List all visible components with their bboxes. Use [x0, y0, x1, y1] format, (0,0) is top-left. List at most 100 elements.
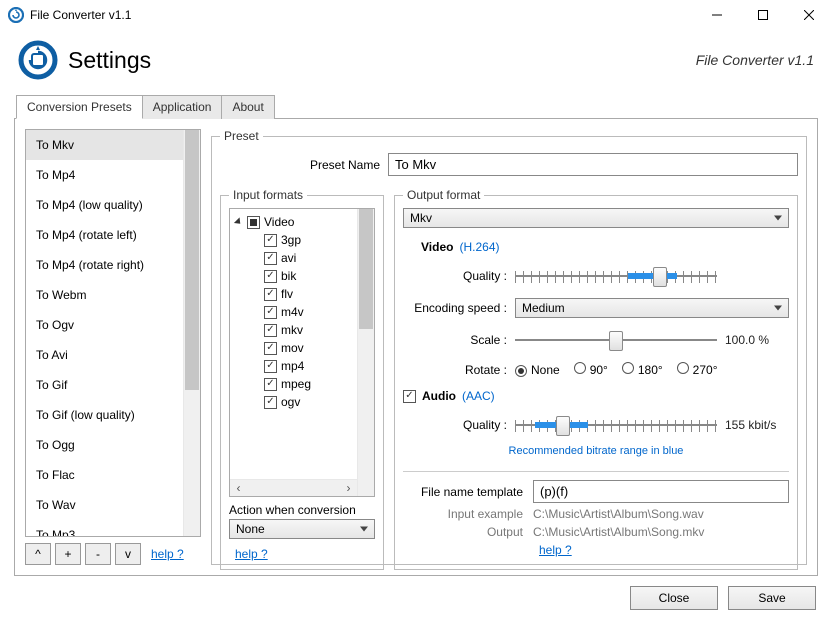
preset-item[interactable]: To Mp4 (rotate left) — [26, 220, 183, 250]
tree-vertical-scrollbar[interactable] — [357, 209, 374, 496]
preset-item[interactable]: To Mp4 (rotate right) — [26, 250, 183, 280]
checkbox-icon[interactable] — [264, 342, 277, 355]
tree-item[interactable]: mov — [236, 339, 355, 357]
rotate-180-radio[interactable]: 180° — [622, 362, 663, 377]
app-logo-icon — [18, 40, 58, 80]
filename-template-label: File name template — [403, 485, 523, 499]
header-version: File Converter v1.1 — [696, 52, 814, 68]
chevron-right-icon[interactable]: › — [340, 480, 357, 497]
tab-application[interactable]: Application — [143, 95, 223, 119]
preset-item[interactable]: To Gif (low quality) — [26, 400, 183, 430]
preset-item[interactable]: To Avi — [26, 340, 183, 370]
rotate-90-radio[interactable]: 90° — [574, 362, 608, 377]
tree-item[interactable]: flv — [236, 285, 355, 303]
filename-template-input[interactable] — [533, 480, 789, 503]
preset-legend: Preset — [220, 129, 263, 143]
checkbox-icon[interactable] — [264, 324, 277, 337]
output-format-combo[interactable]: Mkv — [403, 208, 789, 228]
preset-item[interactable]: To Mp4 (low quality) — [26, 190, 183, 220]
move-down-button[interactable]: v — [115, 543, 141, 565]
video-section-label: Video — [421, 240, 453, 254]
encoding-speed-combo[interactable]: Medium — [515, 298, 789, 318]
tab-strip: Conversion Presets Application About — [0, 94, 832, 118]
rotate-label: Rotate : — [403, 363, 507, 377]
presets-help-link[interactable]: help ? — [151, 547, 184, 561]
close-window-button[interactable] — [786, 0, 832, 30]
tree-item[interactable]: bik — [236, 267, 355, 285]
tree-item[interactable]: mkv — [236, 321, 355, 339]
tab-about[interactable]: About — [222, 95, 274, 119]
video-quality-slider[interactable] — [515, 264, 717, 288]
preset-item[interactable]: To Gif — [26, 370, 183, 400]
add-preset-button[interactable]: + — [55, 543, 81, 565]
move-up-button[interactable]: ^ — [25, 543, 51, 565]
chevron-left-icon[interactable]: ‹ — [230, 480, 247, 497]
action-combo[interactable]: None — [229, 519, 375, 539]
save-button[interactable]: Save — [728, 586, 816, 610]
preset-item[interactable]: To Wav — [26, 490, 183, 520]
preset-item[interactable]: To Ogv — [26, 310, 183, 340]
audio-section-label: Audio — [422, 389, 456, 403]
scale-slider[interactable] — [515, 328, 717, 352]
input-example-label: Input example — [403, 507, 523, 521]
audio-quality-value: 155 kbit/s — [725, 418, 789, 432]
tree-item[interactable]: mp4 — [236, 357, 355, 375]
preset-list-column: To Mkv To Mp4 To Mp4 (low quality) To Mp… — [25, 129, 201, 565]
scrollbar-thumb[interactable] — [185, 130, 199, 390]
tab-conversion-presets[interactable]: Conversion Presets — [16, 95, 143, 119]
tree-group-label: Video — [264, 215, 294, 229]
checkbox-icon[interactable] — [264, 288, 277, 301]
tree-item[interactable]: mpeg — [236, 375, 355, 393]
tree-item[interactable]: avi — [236, 249, 355, 267]
scale-value: 100.0 % — [725, 333, 789, 347]
preset-list: To Mkv To Mp4 To Mp4 (low quality) To Mp… — [25, 129, 201, 537]
rotate-none-radio[interactable]: None — [515, 363, 560, 377]
preset-item[interactable]: To Flac — [26, 460, 183, 490]
checkbox-icon[interactable] — [264, 360, 277, 373]
close-button[interactable]: Close — [630, 586, 718, 610]
scrollbar-thumb[interactable] — [359, 209, 373, 329]
tree-item[interactable]: 3gp — [236, 231, 355, 249]
preset-list-scrollbar[interactable] — [183, 130, 200, 536]
tree-horizontal-scrollbar[interactable]: ‹ › — [230, 479, 357, 496]
app-icon — [8, 7, 24, 23]
filename-template-box: File name template Input example C:\Musi… — [403, 471, 789, 561]
checkbox-icon[interactable] — [264, 234, 277, 247]
checkbox-icon[interactable] — [264, 306, 277, 319]
output-format-legend: Output format — [403, 188, 484, 202]
preset-item[interactable]: To Webm — [26, 280, 183, 310]
preset-name-input[interactable] — [388, 153, 798, 176]
checkbox-icon[interactable] — [264, 378, 277, 391]
remove-preset-button[interactable]: - — [85, 543, 111, 565]
window-title: File Converter v1.1 — [30, 8, 131, 22]
checkbox-icon[interactable] — [264, 252, 277, 265]
preset-item[interactable]: To Mkv — [26, 130, 183, 160]
input-formats-tree: Video 3gp avi bik flv m4v mkv mov mp4 mp… — [230, 209, 357, 496]
tree-item[interactable]: ogv — [236, 393, 355, 411]
preset-item[interactable]: To Ogg — [26, 430, 183, 460]
checkbox-icon[interactable] — [264, 396, 277, 409]
tree-item[interactable]: m4v — [236, 303, 355, 321]
input-formats-help-link[interactable]: help ? — [235, 547, 375, 561]
rotate-radio-group: None 90° 180° 270° — [515, 362, 718, 377]
page-header: Settings File Converter v1.1 — [0, 30, 832, 94]
filename-help-link[interactable]: help ? — [539, 543, 572, 557]
checkbox-icon[interactable] — [247, 216, 260, 229]
preset-item[interactable]: To Mp4 — [26, 160, 183, 190]
audio-enable-checkbox[interactable] — [403, 390, 416, 403]
encoding-speed-label: Encoding speed : — [403, 301, 507, 315]
titlebar: File Converter v1.1 — [0, 0, 832, 30]
minimize-button[interactable] — [694, 0, 740, 30]
tab-panel: To Mkv To Mp4 To Mp4 (low quality) To Mp… — [14, 118, 818, 576]
tree-group-video[interactable]: Video — [236, 213, 355, 231]
checkbox-icon[interactable] — [264, 270, 277, 283]
output-example-label: Output — [403, 525, 523, 539]
bitrate-note: Recommended bitrate range in blue — [403, 445, 789, 457]
preset-item[interactable]: To Mp3 — [26, 520, 183, 536]
rotate-270-radio[interactable]: 270° — [677, 362, 718, 377]
audio-codec-label: (AAC) — [462, 389, 495, 403]
video-quality-label: Quality : — [403, 269, 507, 283]
maximize-button[interactable] — [740, 0, 786, 30]
audio-quality-slider[interactable] — [515, 413, 717, 437]
input-example-value: C:\Music\Artist\Album\Song.wav — [533, 507, 704, 521]
